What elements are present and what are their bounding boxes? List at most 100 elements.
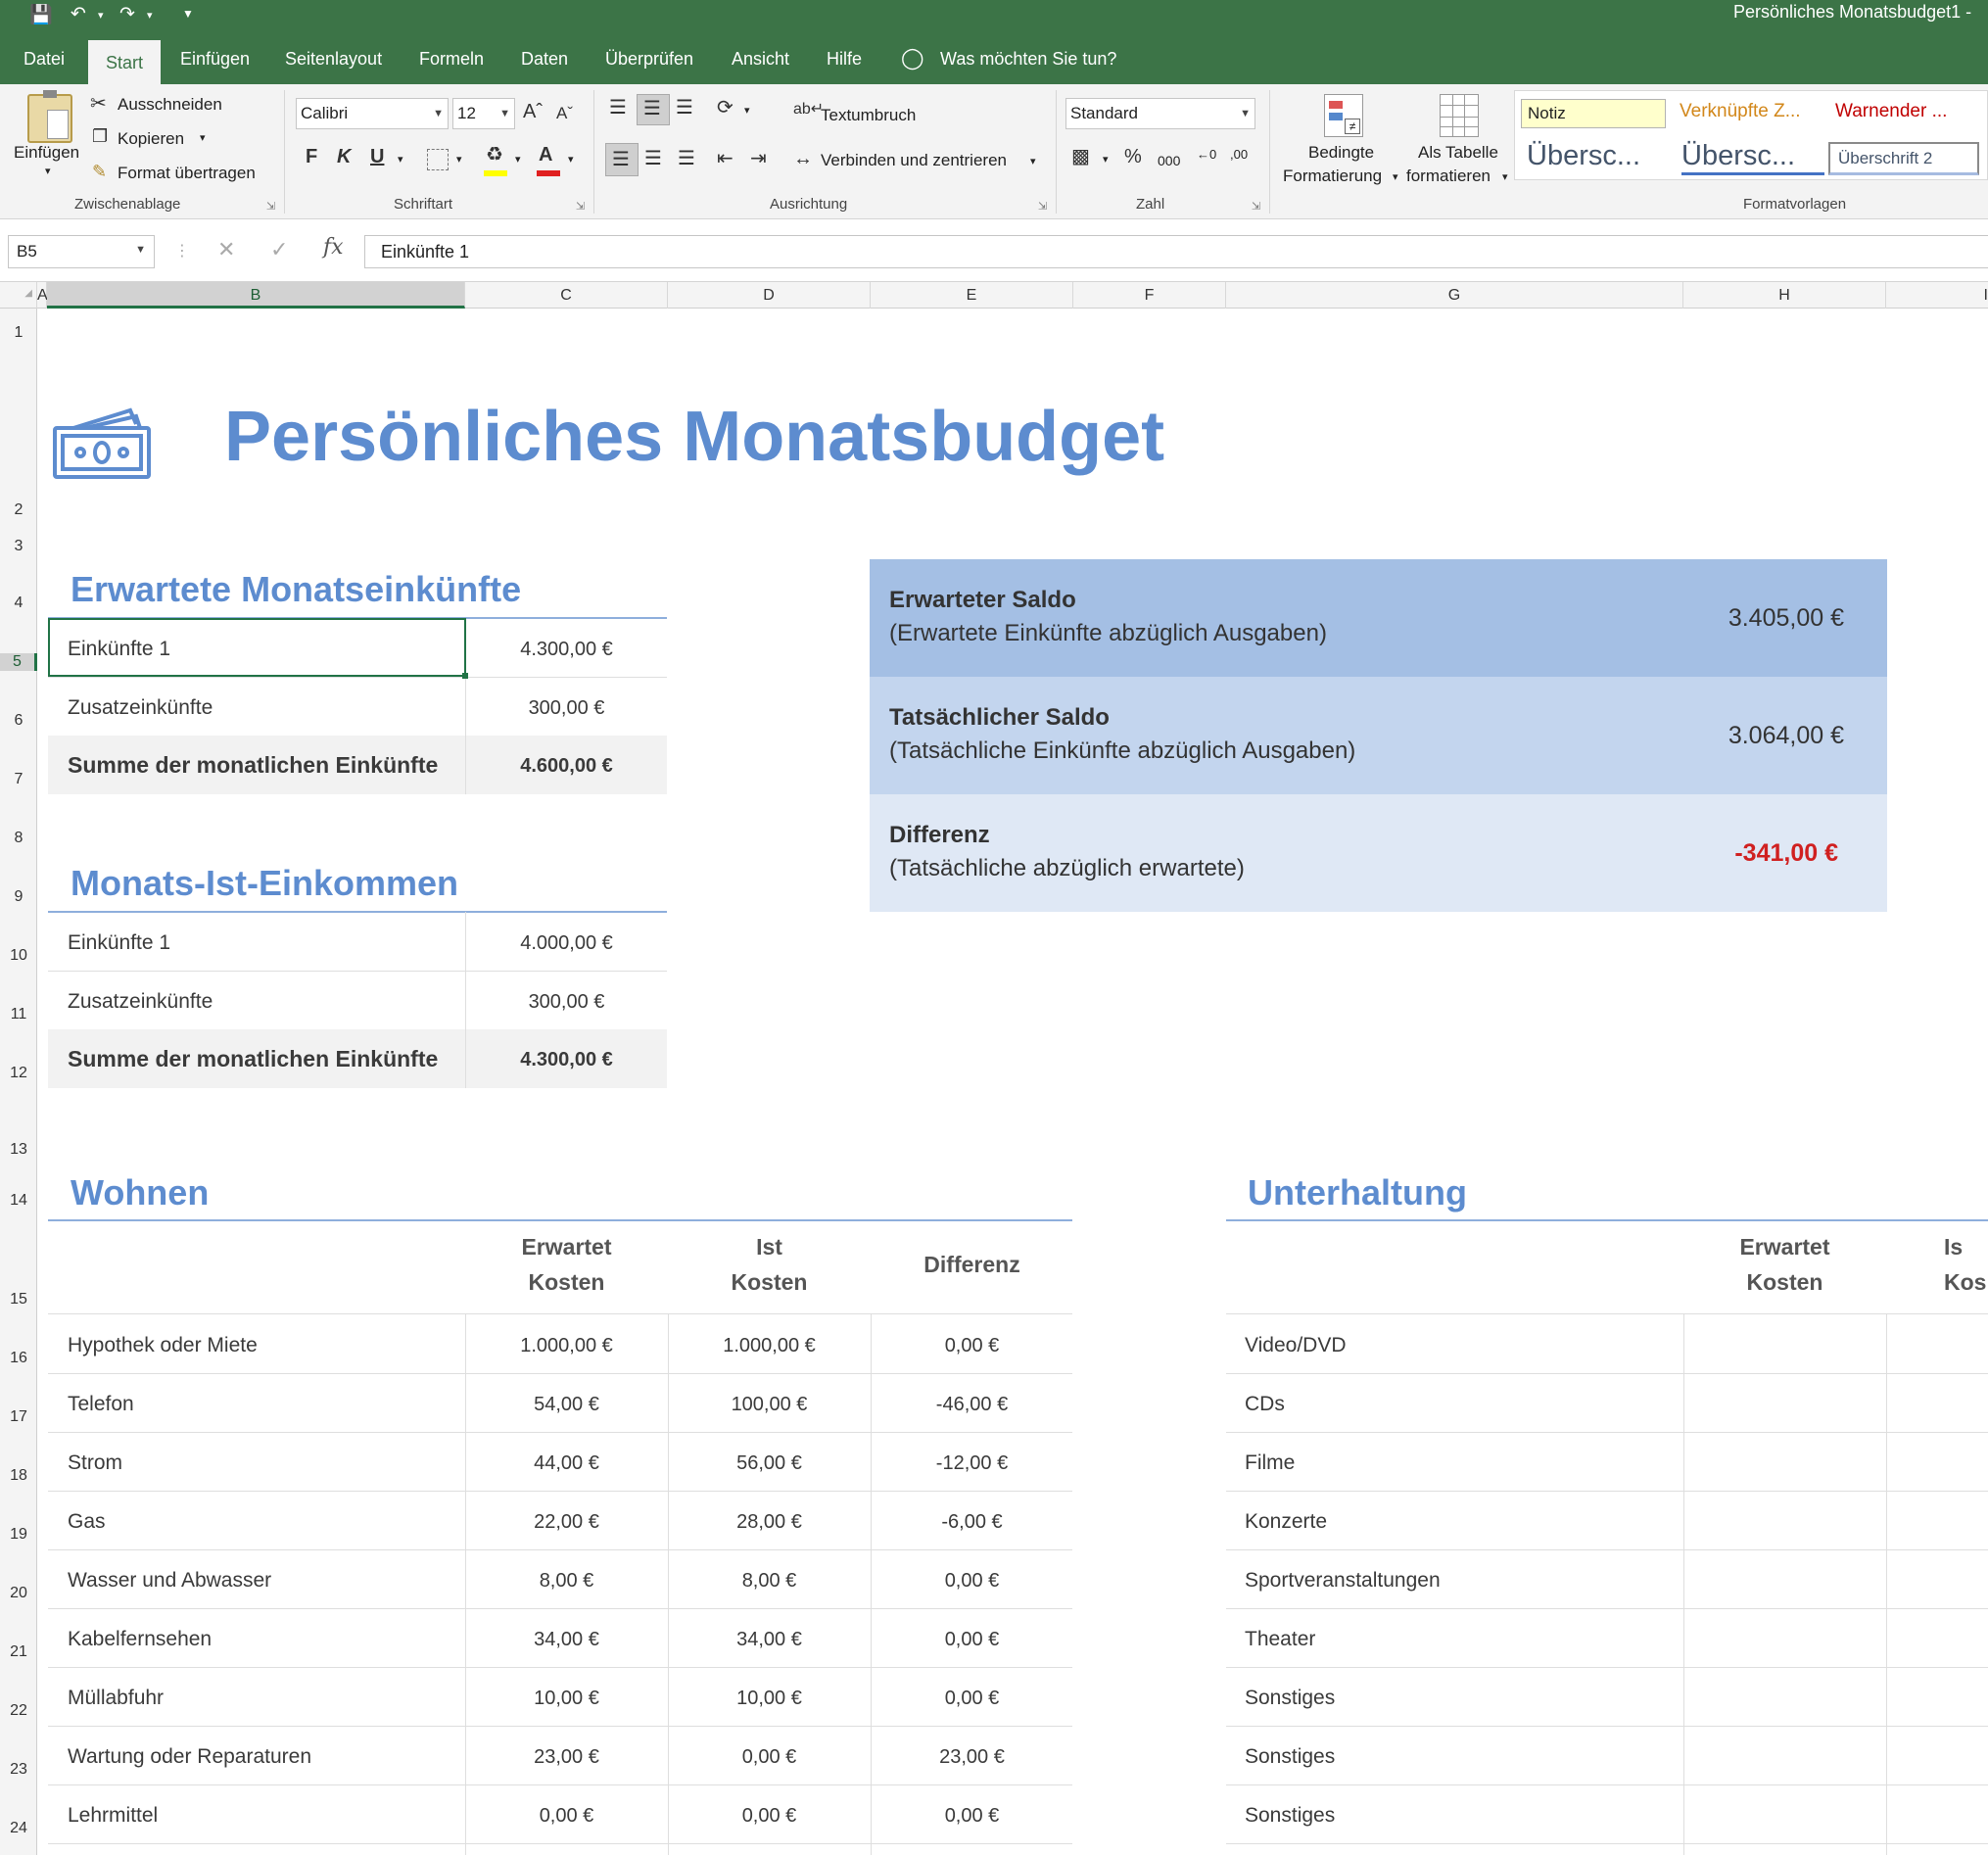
save-icon[interactable]: 💾 [29,3,53,26]
row-header[interactable]: 12 [0,1065,37,1082]
font-size-select[interactable]: 12 ▼ [452,98,515,129]
kpi-actual-balance-value[interactable]: 3.064,00 € [1728,722,1844,750]
name-box[interactable]: B5 ▼ [8,235,155,268]
style-ueberschrift-1[interactable]: Übersc... [1527,140,1640,172]
housing-row-actual[interactable]: 0,00 € [668,1805,871,1828]
underline-button[interactable]: U [370,147,384,166]
row-header[interactable]: 9 [0,888,37,906]
col-header-b[interactable]: B [47,282,465,309]
housing-row-expected[interactable]: 1.000,00 € [465,1335,668,1357]
selected-cell-b5[interactable] [48,618,466,677]
align-bottom-icon[interactable]: ☰ [676,98,693,118]
paste-button[interactable]: Einfügen [14,143,79,163]
row-header[interactable]: 4 [0,595,37,612]
kpi-difference-value[interactable]: -341,00 € [1734,839,1838,868]
entertainment-row-label[interactable]: Theater [1245,1628,1315,1651]
fill-handle[interactable] [462,673,468,679]
orientation-icon[interactable]: ⟳ [717,98,734,118]
housing-row-label[interactable]: Gas [68,1510,106,1534]
housing-row-expected[interactable]: 34,00 € [465,1629,668,1651]
row-header-selected[interactable]: 5 [0,653,37,671]
col-header-i[interactable]: I [1886,282,1988,309]
format-as-table-icon[interactable] [1440,94,1479,137]
bold-button[interactable]: F [306,147,317,166]
col-header-d[interactable]: D [668,282,871,309]
paste-icon[interactable] [27,90,72,143]
housing-row-expected[interactable]: 8,00 € [465,1570,668,1593]
actual-income-value[interactable]: 4.000,00 € [465,932,668,955]
enter-icon[interactable]: ✓ [270,237,288,262]
tab-hilfe[interactable]: Hilfe [827,49,862,70]
housing-row-expected[interactable]: 0,00 € [465,1805,668,1828]
tab-formeln[interactable]: Formeln [419,49,484,70]
scissors-icon[interactable]: ✂ [90,94,107,114]
border-dropdown-icon[interactable]: ▾ [456,153,462,166]
entertainment-row-label[interactable]: Sportveranstaltungen [1245,1569,1441,1593]
copy-icon[interactable]: ❐ [92,127,108,145]
housing-row-diff[interactable]: 0,00 € [871,1629,1073,1651]
font-color-dropdown-icon[interactable]: ▾ [568,153,574,166]
entertainment-row-label[interactable]: CDs [1245,1393,1285,1416]
wrap-text-button[interactable]: Textumbruch [821,106,916,125]
tab-datei[interactable]: Datei [24,49,65,70]
col-header-f[interactable]: F [1073,282,1226,309]
row-header[interactable]: 17 [0,1408,37,1426]
undo-dropdown-icon[interactable]: ▾ [98,9,104,22]
thousands-button[interactable]: 000 [1158,153,1180,168]
font-color-icon[interactable]: A [539,145,552,165]
housing-row-actual[interactable]: 10,00 € [668,1688,871,1710]
row-header[interactable]: 21 [0,1643,37,1661]
col-header-a[interactable]: A [37,282,48,309]
housing-row-diff[interactable]: 0,00 € [871,1805,1073,1828]
housing-row-label[interactable]: Telefon [68,1393,134,1416]
housing-row-actual[interactable]: 28,00 € [668,1511,871,1534]
fill-dropdown-icon[interactable]: ▾ [515,153,521,166]
row-header[interactable]: 7 [0,771,37,788]
housing-row-actual[interactable]: 56,00 € [668,1452,871,1475]
housing-row-diff[interactable]: -46,00 € [871,1394,1073,1416]
row-header[interactable]: 19 [0,1526,37,1544]
row-header[interactable]: 22 [0,1702,37,1720]
housing-row-actual[interactable]: 100,00 € [668,1394,871,1416]
accounting-dropdown-icon[interactable]: ▾ [1103,153,1109,166]
row-header[interactable]: 1 [0,324,37,342]
row-header[interactable]: 13 [0,1141,37,1159]
row-header[interactable]: 20 [0,1585,37,1602]
italic-button[interactable]: K [337,147,351,166]
housing-row-label[interactable]: Wasser und Abwasser [68,1569,271,1593]
tab-ansicht[interactable]: Ansicht [732,49,789,70]
copy-dropdown-icon[interactable]: ▾ [200,131,206,144]
row-header[interactable]: 18 [0,1467,37,1485]
col-header-h[interactable]: H [1683,282,1886,309]
number-launcher-icon[interactable]: ⇲ [1252,200,1260,213]
entertainment-row-label[interactable]: Video/DVD [1245,1334,1347,1357]
align-right-icon[interactable]: ☰ [678,149,695,168]
increase-decimal-icon[interactable]: ←0 [1197,147,1216,162]
style-ueberschrift-title[interactable]: Übersc... [1681,140,1824,175]
expected-extra-income-label[interactable]: Zusatzeinkünfte [68,696,213,720]
housing-row-expected[interactable]: 23,00 € [465,1746,668,1769]
format-as-table-label-1[interactable]: Als Tabelle [1418,143,1498,163]
expected-income-total-label[interactable]: Summe der monatlichen Einkünfte [68,752,438,779]
row-header[interactable]: 15 [0,1291,37,1308]
merge-center-button[interactable]: Verbinden und zentrieren [821,151,1007,170]
expected-income-total-value[interactable]: 4.600,00 € [465,755,668,778]
housing-row-label[interactable]: Lehrmittel [68,1804,158,1828]
decrease-indent-icon[interactable]: ⇤ [717,149,734,168]
number-format-select[interactable]: Standard ▼ [1065,98,1255,129]
housing-row-label[interactable]: Kabelfernsehen [68,1628,212,1651]
style-notiz[interactable]: Notiz [1521,99,1666,128]
style-verknuepfte-zelle[interactable]: Verknüpfte Z... [1680,101,1801,122]
style-warnender-text[interactable]: Warnender ... [1835,101,1947,122]
format-painter-button[interactable]: Format übertragen [118,164,256,183]
housing-row-label[interactable]: Hypothek oder Miete [68,1334,258,1357]
formula-input[interactable]: Einkünfte 1 [364,235,1988,268]
entertainment-row-label[interactable]: Filme [1245,1451,1295,1475]
style-ueberschrift-2[interactable]: Überschrift 2 [1828,142,1979,175]
expected-extra-income-value[interactable]: 300,00 € [465,697,668,720]
housing-row-diff[interactable]: 0,00 € [871,1570,1073,1593]
row-header[interactable]: 8 [0,830,37,847]
tab-daten[interactable]: Daten [521,49,568,70]
housing-row-expected[interactable]: 22,00 € [465,1511,668,1534]
cancel-icon[interactable]: ✕ [217,237,235,262]
